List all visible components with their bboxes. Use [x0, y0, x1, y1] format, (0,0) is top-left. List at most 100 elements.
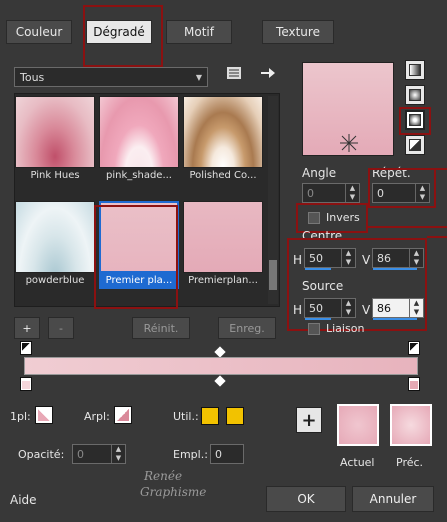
center-label: Centre: [302, 229, 343, 243]
source-v-field[interactable]: 86 ▲ ▼: [372, 298, 424, 320]
marker-arrow-icon: [410, 381, 418, 389]
watermark-line2: Graphisme: [140, 485, 207, 499]
gradient-swatch: [99, 96, 179, 168]
add-swatch-button[interactable]: +: [296, 407, 322, 433]
add-gradient-button[interactable]: +: [14, 317, 40, 339]
current-gradient-swatch[interactable]: [337, 404, 379, 446]
angle-field[interactable]: 0 ▲ ▼: [302, 183, 360, 203]
cancel-button[interactable]: Annuler: [352, 486, 434, 512]
start-marker-bottom[interactable]: [20, 377, 32, 391]
watermark: Renée Graphisme: [140, 468, 260, 512]
annotation-line-repeat: [436, 168, 447, 170]
chevron-down-icon: ▼: [195, 73, 202, 82]
tab-degrade[interactable]: Dégradé: [86, 20, 152, 44]
center-h-value: 50: [309, 251, 323, 265]
user-color-swatch-1[interactable]: [201, 407, 219, 425]
spin-arrows-icon[interactable]: ▲ ▼: [415, 184, 429, 202]
center-crosshair-icon[interactable]: [339, 133, 359, 153]
foreground-color-icon[interactable]: [35, 406, 53, 424]
midpoint-top-icon[interactable]: [214, 346, 226, 358]
gradient-item[interactable]: Premierplan...: [183, 201, 263, 289]
center-v-field[interactable]: 86 ▲ ▼: [372, 248, 424, 270]
gradient-item[interactable]: Polished Co...: [183, 96, 263, 184]
gradient-preview[interactable]: [302, 62, 394, 156]
gradient-item[interactable]: pink_shade...: [99, 96, 179, 184]
center-v-level: [373, 268, 417, 270]
category-select-value: Tous: [20, 70, 45, 84]
repeat-label: Répét.: [372, 166, 411, 180]
start-marker-top[interactable]: [20, 341, 32, 355]
user-color-swatch-2[interactable]: [226, 407, 244, 425]
library-icon[interactable]: [226, 66, 242, 80]
source-h-label: H: [293, 303, 303, 317]
source-h-value: 50: [309, 301, 323, 315]
spin-arrows-icon[interactable]: ▲ ▼: [341, 299, 355, 317]
end-marker-bottom[interactable]: [408, 377, 420, 391]
scrollbar-thumb[interactable]: [269, 260, 277, 290]
marker-arrow-icon: [22, 343, 30, 351]
user-color-label: Util.:: [173, 410, 199, 423]
background-label: Arpl:: [84, 410, 110, 423]
invert-checkbox[interactable]: [308, 212, 320, 224]
spin-arrows-icon[interactable]: ▲ ▼: [345, 184, 359, 202]
marker-arrow-icon: [410, 343, 418, 351]
invert-label: Invers: [326, 211, 360, 224]
tab-couleur[interactable]: Couleur: [6, 20, 72, 44]
tab-texture[interactable]: Texture: [262, 20, 334, 44]
save-button[interactable]: Enreg.: [218, 317, 276, 339]
gradient-label: Polished Co...: [189, 170, 257, 181]
source-h-field[interactable]: 50 ▲ ▼: [304, 298, 356, 320]
gradient-item-selected[interactable]: Premier pla...: [99, 201, 179, 289]
foreground-label: 1pl:: [10, 410, 31, 423]
rectangular-style-button[interactable]: [405, 85, 425, 105]
gradient-label: Premierplan...: [188, 275, 258, 286]
opacity-field[interactable]: 0 ▲ ▼: [72, 444, 126, 464]
opacity-label: Opacité:: [18, 448, 65, 461]
repeat-value: 0: [377, 186, 384, 200]
spin-arrows-icon[interactable]: ▲ ▼: [111, 445, 125, 463]
gradient-label: pink_shade...: [106, 170, 172, 181]
tab-motif[interactable]: Motif: [166, 20, 232, 44]
linear-style-button[interactable]: [405, 60, 425, 80]
gradient-item[interactable]: powderblue: [15, 201, 95, 289]
previous-gradient-swatch[interactable]: [390, 404, 432, 446]
gradient-label: Pink Hues: [30, 170, 80, 181]
previous-label: Préc.: [396, 456, 424, 469]
link-checkbox[interactable]: [308, 323, 320, 335]
sunburst-gradient-icon: [409, 139, 421, 151]
list-scrollbar[interactable]: [268, 96, 278, 304]
source-h-level: [305, 318, 331, 320]
help-link[interactable]: Aide: [10, 493, 37, 507]
background-color-icon[interactable]: [114, 406, 132, 424]
reset-button[interactable]: Réinit.: [132, 317, 190, 339]
repeat-field[interactable]: 0 ▲ ▼: [372, 183, 430, 203]
radial-style-button[interactable]: [405, 110, 425, 130]
center-v-label: V: [362, 253, 371, 267]
ok-button[interactable]: OK: [266, 486, 346, 512]
arrow-right-icon[interactable]: [260, 66, 276, 80]
midpoint-bottom-icon[interactable]: [214, 375, 226, 387]
gradient-swatch: [15, 201, 95, 273]
angle-value: 0: [307, 186, 314, 200]
gradient-label: Premier pla...: [99, 273, 179, 289]
remove-gradient-button[interactable]: -: [48, 317, 74, 339]
center-h-label: H: [293, 253, 303, 267]
source-v-value: 86: [377, 301, 391, 315]
source-v-label: V: [362, 303, 371, 317]
category-select[interactable]: Tous ▼: [14, 67, 208, 87]
end-marker-top[interactable]: [408, 341, 420, 355]
source-v-level: [373, 318, 417, 320]
spin-arrows-icon[interactable]: ▲ ▼: [409, 299, 423, 317]
spin-arrows-icon[interactable]: ▲ ▼: [341, 249, 355, 267]
center-v-value: 86: [377, 251, 391, 265]
location-field[interactable]: 0: [210, 444, 244, 464]
spin-arrows-icon[interactable]: ▲ ▼: [409, 249, 423, 267]
watermark-line1: Renée: [144, 469, 183, 483]
gradient-item[interactable]: Pink Hues: [15, 96, 95, 184]
gradient-bar[interactable]: [24, 357, 418, 375]
gradient-swatch: [15, 96, 95, 168]
center-h-field[interactable]: 50 ▲ ▼: [304, 248, 356, 270]
radial-gradient-icon: [409, 114, 421, 126]
sunburst-style-button[interactable]: [405, 135, 425, 155]
opacity-value: 0: [77, 447, 84, 461]
